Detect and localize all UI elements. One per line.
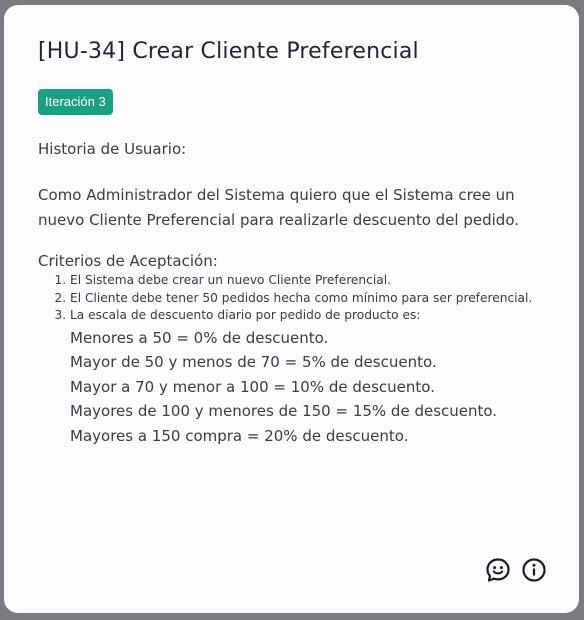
criteria-item: La escala de descuento diario por pedido… (70, 307, 538, 325)
story-title: [HU-34] Crear Cliente Preferencial (38, 39, 419, 64)
criteria-item: El Cliente debe tener 50 pedidos hecha c… (70, 290, 538, 308)
iteration-badge[interactable]: Iteración 3 (38, 89, 113, 115)
user-story-card: [HU-34] Crear Cliente Preferencial Itera… (4, 5, 579, 613)
discount-scale-list: Menores a 50 = 0% de descuento. Mayor de… (38, 326, 538, 449)
discount-scale-item: Menores a 50 = 0% de descuento. (70, 328, 329, 347)
story-description: Historia de Usuario: Como Administrador … (38, 137, 538, 448)
acceptance-criteria-list: El Sistema debe crear un nuevo Cliente P… (38, 272, 538, 325)
criteria-heading: Criterios de Aceptación: (38, 252, 218, 270)
criteria-item: El Sistema debe crear un nuevo Cliente P… (70, 272, 538, 290)
discount-scale-item: Mayor de 50 y menos de 70 = 5% de descue… (70, 353, 437, 371)
discount-scale-item: Mayor a 70 y menor a 100 = 10% de descue… (70, 377, 435, 396)
story-text: Como Administrador del Sistema quiero qu… (38, 186, 519, 229)
discount-scale-item: Mayores a 150 compra = 20% de descuento. (70, 426, 409, 445)
story-heading: Historia de Usuario: (38, 140, 187, 158)
card-actions (485, 557, 547, 583)
info-icon[interactable] (521, 557, 547, 583)
discount-scale-item: Mayores de 100 y menores de 150 = 15% de… (70, 402, 498, 420)
comment-smile-icon[interactable] (485, 557, 511, 583)
